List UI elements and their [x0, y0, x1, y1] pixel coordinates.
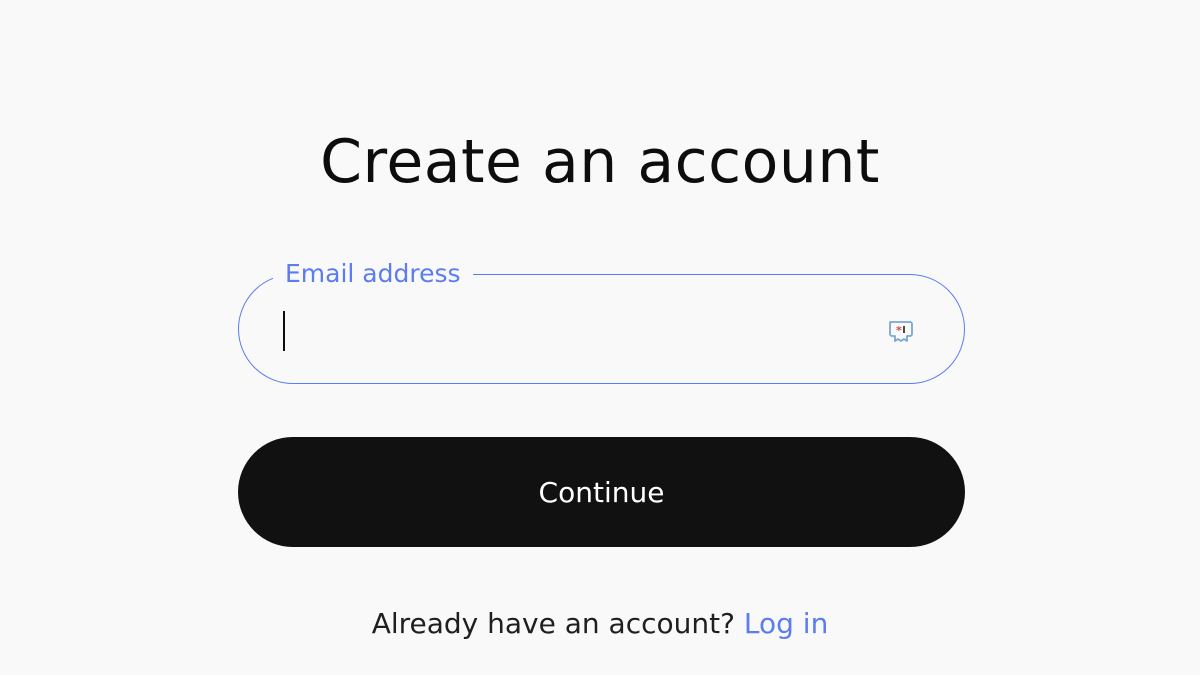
text-cursor: [283, 311, 285, 351]
signup-page: Create an account Email address * Contin…: [0, 0, 1200, 675]
continue-button[interactable]: Continue: [238, 437, 965, 547]
page-title: Create an account: [320, 127, 880, 197]
login-prompt-text: Already have an account?: [371, 607, 735, 640]
login-link[interactable]: Log in: [744, 607, 828, 640]
email-input[interactable]: [283, 308, 843, 352]
email-field[interactable]: Email address *: [238, 259, 965, 384]
password-manager-icon[interactable]: *: [884, 315, 916, 347]
svg-text:*: *: [896, 324, 902, 337]
login-prompt-row: Already have an account? Log in: [0, 604, 1200, 644]
email-label: Email address: [273, 259, 473, 289]
